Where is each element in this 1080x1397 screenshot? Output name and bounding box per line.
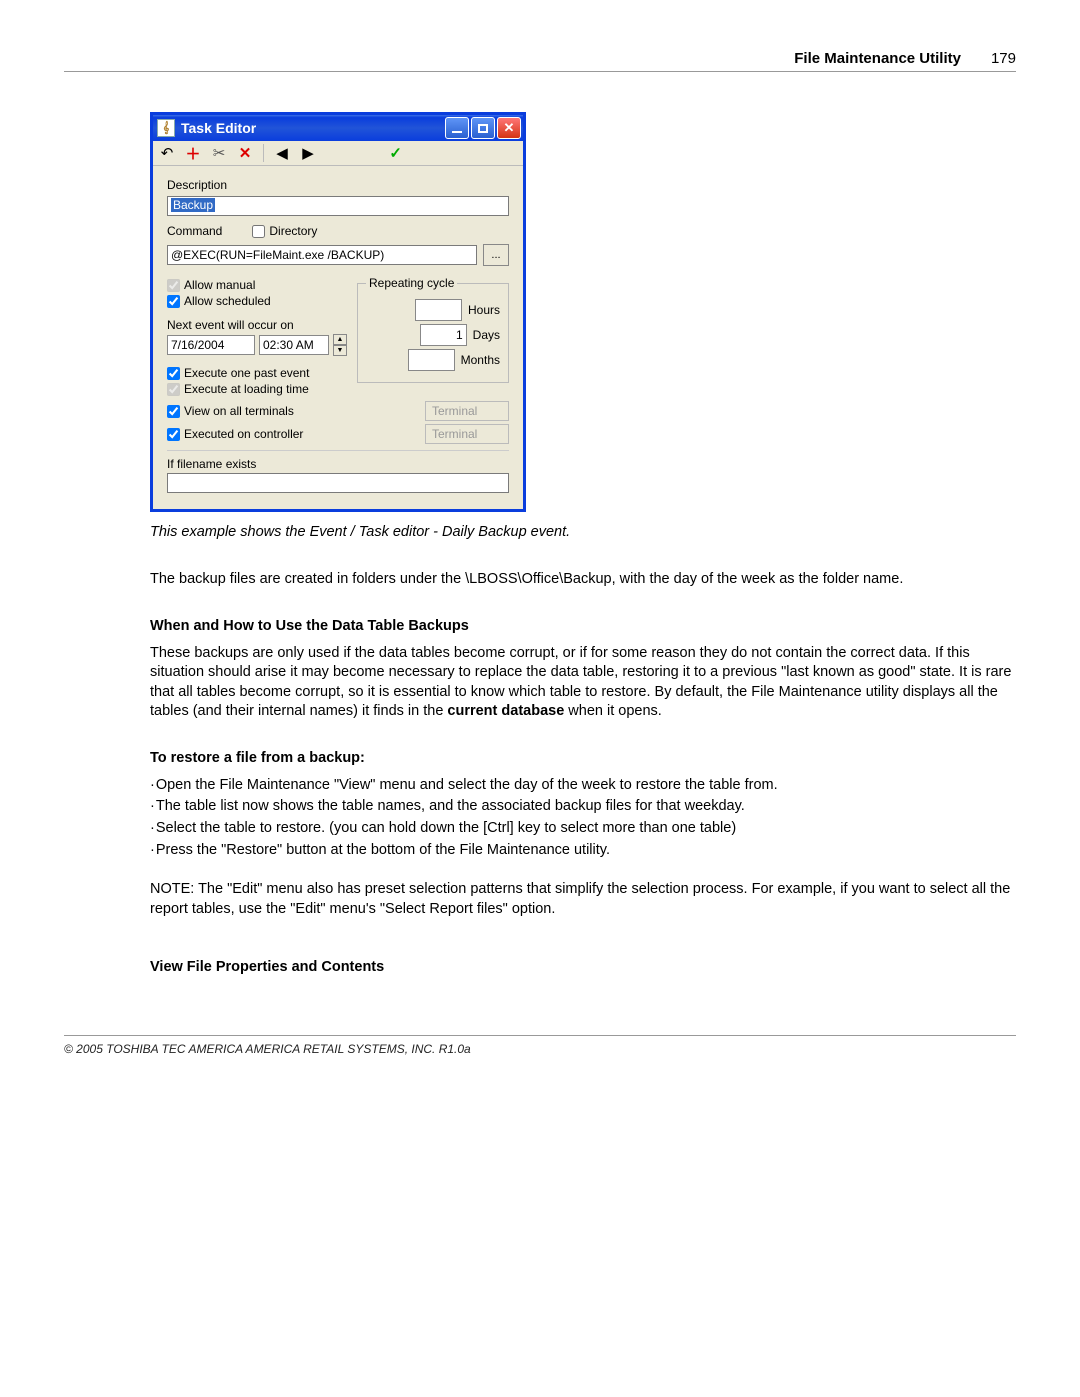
task-editor-window: 𝄞 Task Editor ↶ ＋ ✂ ✕ ◀ ▶ ✓ (150, 112, 526, 512)
restore-step: The table list now shows the table names… (150, 797, 1016, 817)
command-label: Command (167, 224, 222, 238)
add-icon[interactable]: ＋ (185, 145, 201, 161)
toolbar-separator (263, 144, 264, 162)
description-label: Description (167, 178, 227, 192)
window-title: Task Editor (181, 120, 256, 136)
days-input[interactable] (420, 324, 467, 346)
date-input[interactable] (167, 335, 255, 355)
description-input[interactable]: Backup (167, 196, 509, 216)
header-title: File Maintenance Utility (794, 50, 961, 67)
section-heading-restore: To restore a file from a backup: (150, 750, 1016, 766)
app-icon: 𝄞 (157, 119, 175, 137)
next-icon[interactable]: ▶ (300, 145, 316, 161)
restore-step: Open the File Maintenance "View" menu an… (150, 776, 1016, 796)
view-all-terminals-checkbox[interactable]: View on all terminals (167, 404, 294, 418)
section-heading-when-how: When and How to Use the Data Table Backu… (150, 618, 1016, 634)
minimize-button[interactable] (445, 117, 469, 139)
if-filename-label: If filename exists (167, 457, 509, 471)
titlebar[interactable]: 𝄞 Task Editor (153, 115, 523, 141)
page-header: File Maintenance Utility 179 (64, 50, 1016, 72)
exec-one-past-checkbox[interactable]: Execute one past event (167, 366, 347, 380)
hours-input[interactable] (415, 299, 462, 321)
check-icon[interactable]: ✓ (388, 145, 404, 161)
repeating-cycle-group: Repeating cycle Hours Days Months (357, 276, 509, 383)
undo-icon[interactable]: ↶ (159, 145, 175, 161)
toolbar: ↶ ＋ ✂ ✕ ◀ ▶ ✓ (153, 141, 523, 166)
time-spinner[interactable]: ▲▼ (333, 334, 347, 356)
allow-manual-checkbox[interactable]: Allow manual (167, 278, 347, 292)
terminal-box-2: Terminal (425, 424, 509, 444)
close-button[interactable] (497, 117, 521, 139)
header-page-number: 179 (991, 50, 1016, 67)
note-paragraph: NOTE: The "Edit" menu also has preset se… (150, 880, 1016, 919)
separator (167, 450, 509, 451)
terminal-box-1: Terminal (425, 401, 509, 421)
maximize-button[interactable] (471, 117, 495, 139)
exec-controller-checkbox[interactable]: Executed on controller (167, 427, 303, 441)
exec-loading-checkbox[interactable]: Execute at loading time (167, 382, 347, 396)
command-input[interactable] (167, 245, 477, 265)
paragraph-backup-folders: The backup files are created in folders … (150, 570, 1016, 590)
directory-checkbox[interactable]: Directory (252, 224, 317, 238)
allow-scheduled-checkbox[interactable]: Allow scheduled (167, 294, 347, 308)
page-footer: © 2005 TOSHIBA TEC AMERICA AMERICA RETAI… (64, 1035, 1016, 1056)
browse-button[interactable]: ... (483, 244, 509, 266)
paragraph-when-how: These backups are only used if the data … (150, 644, 1016, 722)
section-heading-view-props: View File Properties and Contents (150, 959, 1016, 975)
figure-caption: This example shows the Event / Task edit… (150, 524, 1016, 540)
time-input[interactable] (259, 335, 329, 355)
prev-icon[interactable]: ◀ (274, 145, 290, 161)
cut-icon[interactable]: ✂ (211, 145, 227, 161)
restore-step: Select the table to restore. (you can ho… (150, 819, 1016, 839)
delete-icon[interactable]: ✕ (237, 145, 253, 161)
next-event-label: Next event will occur on (167, 318, 347, 332)
months-input[interactable] (408, 349, 455, 371)
restore-step: Press the "Restore" button at the bottom… (150, 841, 1016, 861)
filename-input[interactable] (167, 473, 509, 493)
